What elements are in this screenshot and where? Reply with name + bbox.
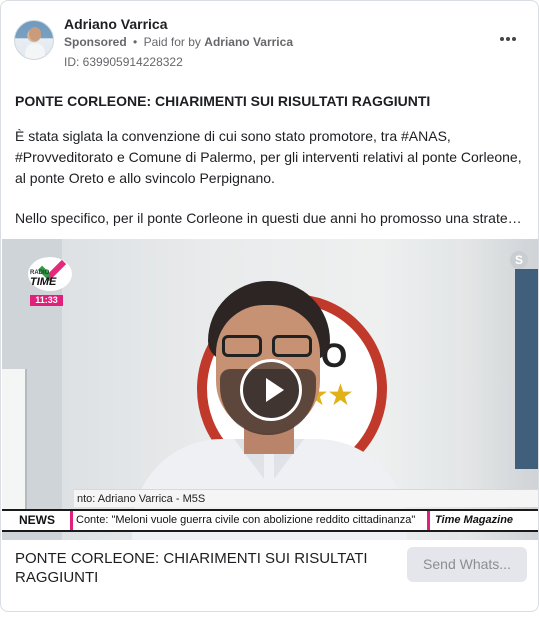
ticker-source: Time Magazine <box>435 514 514 526</box>
paid-for-prefix: Paid for by <box>143 35 201 49</box>
ad-card: Adriano Varrica Sponsored • Paid for by … <box>0 0 539 612</box>
link-title[interactable]: PONTE CORLEONE: CHIARIMENTI SUI RISULTAT… <box>15 549 395 587</box>
channel-logo-time: TIME <box>30 276 57 288</box>
ticker-separator <box>427 511 430 530</box>
avatar[interactable] <box>14 20 54 60</box>
video-window <box>515 269 538 469</box>
avatar-head <box>29 27 41 41</box>
logo-star: ★ <box>327 379 354 412</box>
sponsored-label: Sponsored <box>64 35 127 49</box>
channel-logo: RADIO TIME <box>28 252 72 299</box>
post-paragraph-2: Nello specifico, per il ponte Corleone i… <box>15 210 527 226</box>
skype-icon: S <box>510 251 528 269</box>
post-headline: PONTE CORLEONE: CHIARIMENTI SUI RISULTAT… <box>15 93 431 109</box>
speaker-glasses <box>222 335 314 359</box>
post-paragraph-1: È stata siglata la convenzione di cui so… <box>15 128 522 186</box>
broadcast-clock: 11:33 <box>30 295 63 306</box>
ticker-separator <box>70 511 73 530</box>
paid-for-name: Adriano Varrica <box>204 35 293 49</box>
ad-id: ID: 639905914228322 <box>64 55 183 69</box>
play-icon[interactable] <box>240 359 302 421</box>
post-text: PONTE CORLEONE: CHIARIMENTI SUI RISULTAT… <box>15 91 527 229</box>
news-ticker: NEWS Conte: "Meloni vuole guerra civile … <box>2 509 538 532</box>
sponsored-meta: Sponsored • Paid for by Adriano Varrica <box>64 35 293 49</box>
advertiser-name[interactable]: Adriano Varrica <box>64 16 168 32</box>
video-player[interactable]: MO NTO ★ ★ ★ S RADIO TIME 11:33 nto: Adr… <box>2 239 538 540</box>
video-whiteboard <box>2 369 27 509</box>
ticker-headline: Conte: "Meloni vuole guerra civile con a… <box>76 514 416 526</box>
meta-separator: • <box>133 35 138 49</box>
ad-header: Adriano Varrica Sponsored • Paid for by … <box>1 1 538 81</box>
speaker-lower-third: nto: Adriano Varrica - M5S <box>74 489 538 507</box>
news-label: NEWS <box>19 513 55 527</box>
avatar-body <box>25 43 45 59</box>
more-options-icon[interactable] <box>497 32 519 46</box>
send-whatsapp-button[interactable]: Send Whats... <box>407 547 527 582</box>
